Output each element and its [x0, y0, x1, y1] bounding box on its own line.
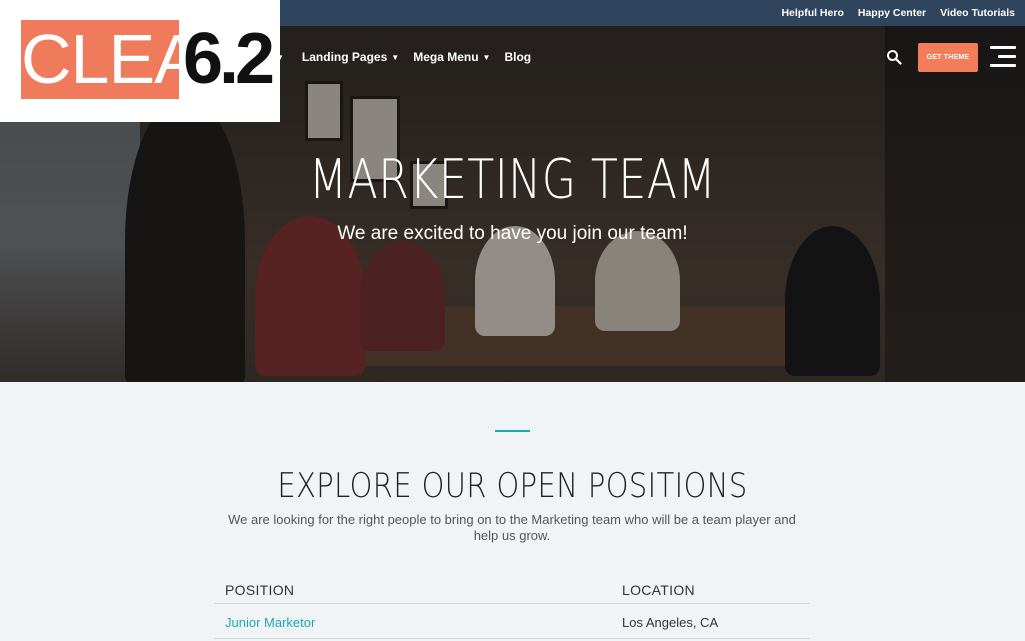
chevron-down-icon: ▼ — [482, 52, 491, 62]
chevron-down-icon: ▼ — [391, 52, 400, 62]
link-helpful-hero[interactable]: Helpful Hero — [781, 7, 843, 19]
table-row: Junior Marketor Los Angeles, CA — [214, 605, 810, 639]
nav-menu: ▼ Landing Pages ▼ Mega Menu ▼ Blog — [276, 26, 531, 88]
section-divider — [495, 430, 530, 432]
nav-item-blog[interactable]: Blog — [504, 50, 531, 64]
hero-subtitle: We are excited to have you join our team… — [337, 223, 688, 244]
logo-version: 6.2 — [183, 19, 275, 99]
link-happy-center[interactable]: Happy Center — [858, 7, 926, 19]
nav-item-label: Landing Pages — [301, 50, 388, 64]
hamburger-icon[interactable] — [990, 46, 1016, 68]
position-location: Los Angeles, CA — [622, 615, 719, 630]
logo-word: CLEAN — [21, 20, 250, 99]
column-header-location: LOCATION — [622, 582, 695, 598]
nav-item-landing-pages[interactable]: Landing Pages ▼ — [302, 50, 399, 64]
section-title: EXPLORE OUR OPEN POSITIONS — [277, 466, 748, 506]
logo[interactable]: CLEAN 6.2 — [0, 0, 280, 122]
hero-title: MARKETING TEAM — [308, 148, 717, 211]
nav-item-label: Blog — [504, 50, 532, 64]
link-video-tutorials[interactable]: Video Tutorials — [940, 7, 1015, 19]
section-description: We are looking for the right people to b… — [228, 512, 796, 543]
nav-item-mega-menu[interactable]: Mega Menu ▼ — [413, 50, 490, 64]
column-header-position: POSITION — [225, 582, 295, 598]
utility-links: Helpful Hero Happy Center Video Tutorial… — [781, 0, 1015, 26]
get-theme-button[interactable]: GET THEME — [918, 43, 978, 72]
search-icon[interactable] — [886, 49, 902, 65]
nav-item-label: Mega Menu — [413, 50, 479, 64]
positions-table-header: POSITION LOCATION — [214, 578, 810, 604]
position-link[interactable]: Junior Marketor — [225, 615, 315, 630]
